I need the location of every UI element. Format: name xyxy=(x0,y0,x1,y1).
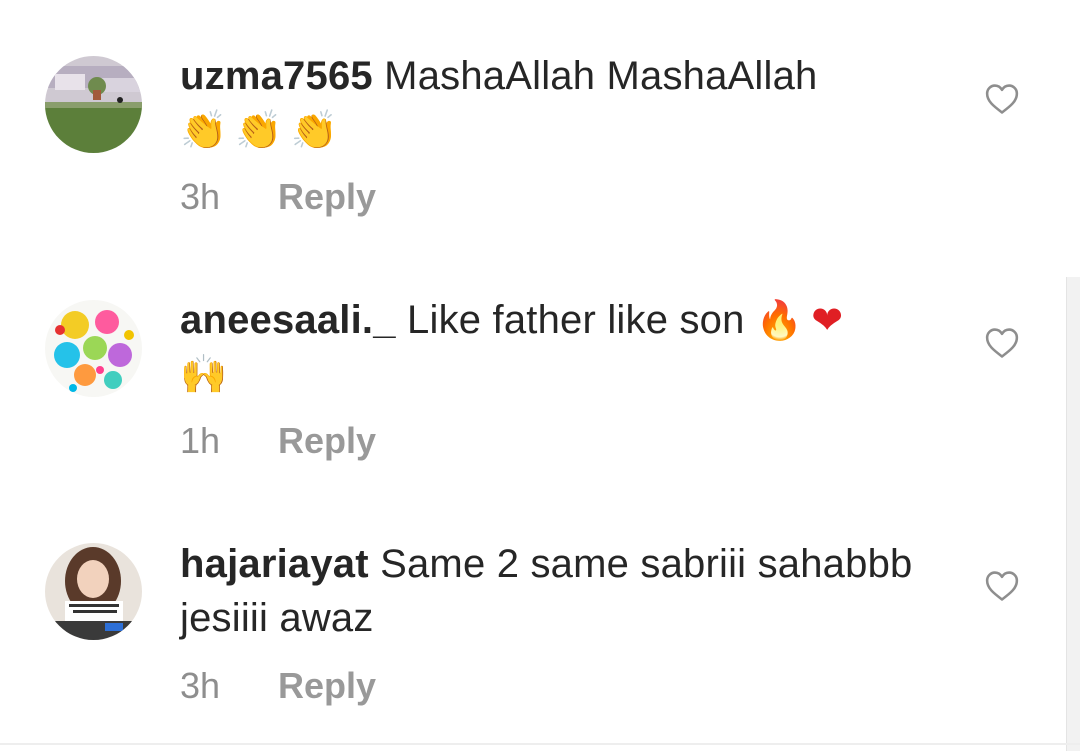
comment-meta: 3h Reply xyxy=(180,666,376,706)
comment-meta: 3h Reply xyxy=(180,177,376,217)
clapping-hands-emoji: 👏👏👏 xyxy=(180,108,346,152)
comment-timestamp: 3h xyxy=(180,665,221,706)
garden-photo-avatar xyxy=(45,56,142,153)
divider xyxy=(0,743,1080,745)
comment-meta: 1h Reply xyxy=(180,421,376,461)
comment-timestamp: 1h xyxy=(180,420,221,461)
user-avatar[interactable] xyxy=(45,56,142,153)
comment-body: Like father like son xyxy=(407,298,745,342)
comment-text: uzma7565 MashaAllah MashaAllah 👏👏👏 xyxy=(180,49,940,157)
comment-text: aneesaali._ Like father like son 🔥❤ 🙌 xyxy=(180,293,940,401)
fire-emoji: 🔥 xyxy=(755,298,812,342)
red-heart-emoji: ❤ xyxy=(811,298,852,342)
comment-text: hajariayat Same 2 same sabriii sahabbb j… xyxy=(180,537,940,645)
heart-outline-icon[interactable] xyxy=(985,570,1019,602)
heart-outline-icon[interactable] xyxy=(985,327,1019,359)
comment-body: MashaAllah MashaAllah xyxy=(384,54,818,98)
user-avatar[interactable] xyxy=(45,300,142,397)
raising-hands-emoji: 🙌 xyxy=(180,352,236,396)
comment-username[interactable]: uzma7565 xyxy=(180,54,373,98)
comment-username[interactable]: hajariayat xyxy=(180,542,369,586)
comment-item: uzma7565 MashaAllah MashaAllah 👏👏👏 3h Rep… xyxy=(0,0,1080,250)
girl-photo-avatar xyxy=(45,543,142,640)
heart-outline-icon[interactable] xyxy=(985,83,1019,115)
comment-item: aneesaali._ Like father like son 🔥❤ 🙌 1h… xyxy=(0,277,1080,511)
comment-timestamp: 3h xyxy=(180,176,221,217)
paint-splash-avatar xyxy=(45,300,142,397)
comment-username[interactable]: aneesaali._ xyxy=(180,298,396,342)
scrollbar[interactable] xyxy=(1066,277,1080,751)
reply-button[interactable]: Reply xyxy=(278,665,376,706)
comment-item: hajariayat Same 2 same sabriii sahabbb j… xyxy=(0,520,1080,751)
reply-button[interactable]: Reply xyxy=(278,420,376,461)
reply-button[interactable]: Reply xyxy=(278,176,376,217)
user-avatar[interactable] xyxy=(45,543,142,640)
